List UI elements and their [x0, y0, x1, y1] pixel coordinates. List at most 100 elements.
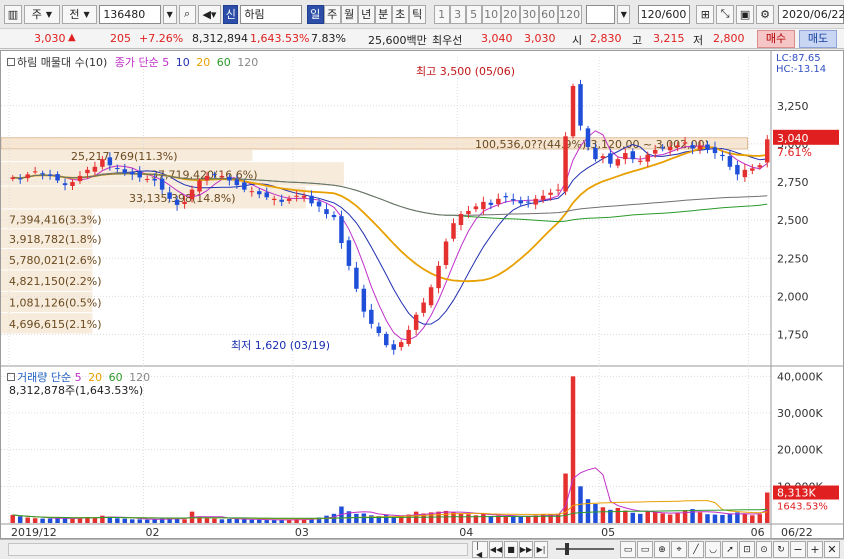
interval-tabs: 1 3 5 10 20 30 60 120	[433, 4, 582, 24]
interval-10[interactable]: 10	[481, 4, 501, 24]
volume-bar	[623, 510, 628, 523]
scroll-first-button[interactable]: |◀	[472, 541, 488, 559]
candle-body	[481, 201, 486, 210]
interval-30[interactable]: 30	[519, 4, 539, 24]
candle-body	[667, 146, 673, 151]
speaker-icon[interactable]: ◀▾	[197, 4, 222, 24]
chart-panel[interactable]: 3,2503,0002,7502,5002,2502,0001,75040,00…	[0, 50, 844, 539]
capture-icon[interactable]: ⊙	[756, 541, 772, 558]
open-label: 시	[572, 34, 583, 47]
cursor-icon[interactable]: ➚	[722, 541, 738, 558]
interval-3[interactable]: 3	[449, 4, 466, 24]
interval-60[interactable]: 60	[538, 4, 558, 24]
chevron-down-icon: ▼	[45, 9, 52, 19]
tab-yearly[interactable]: 년	[357, 4, 375, 24]
volume-bar	[234, 518, 240, 523]
volume-bar	[279, 520, 284, 523]
candle-body	[85, 169, 90, 174]
tab-minute[interactable]: 분	[374, 4, 392, 24]
candle-body	[25, 174, 30, 179]
volume-tick-label: 30,000K	[777, 407, 823, 420]
volume-bar	[675, 512, 680, 523]
candle-body	[720, 154, 725, 157]
stop-button[interactable]: ■	[504, 541, 518, 558]
draw-line-icon[interactable]: ╱	[688, 541, 704, 558]
time-tick-label: 02	[145, 526, 159, 538]
scroll-last-button[interactable]: ▶|	[534, 541, 548, 558]
close-button[interactable]: ✕	[824, 541, 840, 558]
tab-second[interactable]: 초	[391, 4, 409, 24]
candle-body	[533, 198, 538, 205]
buy-button[interactable]: 매수	[757, 30, 795, 48]
volume-bar	[152, 519, 157, 523]
candle-body	[428, 287, 434, 306]
code-input[interactable]: 136480	[99, 4, 161, 24]
volume-bar	[204, 518, 210, 523]
zoom-in-icon[interactable]: ⊕	[654, 541, 670, 558]
chart-type-icon[interactable]: ▥	[4, 4, 22, 24]
tab-daily[interactable]: 일	[306, 4, 324, 24]
candle-body	[70, 182, 75, 186]
crosshair-icon[interactable]: ⌖	[671, 541, 687, 558]
interval-20[interactable]: 20	[500, 4, 520, 24]
volume-profile-label: 4,696,615(2.1%)	[9, 318, 102, 331]
turnover-rate: 7.83%	[311, 32, 346, 45]
volume-bar	[115, 518, 120, 523]
interval-5[interactable]: 5	[465, 4, 482, 24]
interval-custom-input[interactable]	[585, 4, 616, 24]
refresh-icon[interactable]: ↻	[773, 541, 789, 558]
interval-1[interactable]: 1	[433, 4, 450, 24]
price-tick-label: 3,250	[777, 100, 809, 113]
candle-body	[309, 195, 314, 204]
date-field[interactable]: 2020/06/22	[778, 4, 844, 24]
candle-body	[264, 192, 269, 198]
count-field[interactable]: 120/600	[638, 4, 691, 24]
scroll-next-button[interactable]: ▶▶	[519, 541, 533, 558]
candle-body	[219, 175, 225, 178]
volume-profile-label: 3,918,782(1.8%)	[9, 233, 102, 246]
search-icon[interactable]: ⌕	[178, 4, 196, 24]
tab-monthly[interactable]: 월	[340, 4, 358, 24]
volume-bar	[271, 520, 277, 523]
save-icon[interactable]: ▣	[736, 4, 755, 24]
candle-body	[32, 171, 38, 173]
volume-ma5-line	[12, 467, 768, 521]
volume-bar	[369, 515, 374, 523]
zoom-in-button[interactable]: +	[807, 541, 823, 558]
candle-body	[115, 168, 120, 170]
volume-info: 8,312,878주(1,643.53%)	[9, 384, 144, 397]
market-select[interactable]: 주 ▼	[24, 4, 60, 24]
zoom-out-button[interactable]: −	[790, 541, 806, 558]
sell-button[interactable]: 매도	[799, 30, 837, 48]
mode-select[interactable]: 전 ▼	[61, 4, 98, 24]
slider-thumb[interactable]	[565, 543, 569, 555]
magnet-icon[interactable]: ◡	[705, 541, 721, 558]
interval-dropdown[interactable]: ▼	[617, 4, 631, 24]
stock-name-field[interactable]: 하림	[240, 4, 302, 24]
candle-body	[652, 150, 658, 154]
volume-value: 8,312,894	[192, 32, 248, 45]
candle-body	[40, 173, 45, 175]
chevron-down-icon: ▼	[83, 9, 90, 19]
change-percent: +7.26%	[139, 32, 184, 45]
scrollbar-track[interactable]	[8, 543, 468, 556]
tab-weekly[interactable]: 주	[323, 4, 341, 24]
zoom-fit-icon[interactable]: ▭	[637, 541, 653, 558]
candle-body	[742, 169, 748, 178]
settings-icon[interactable]: ⚙	[756, 4, 774, 24]
price-volume-chart[interactable]: 3,2503,0002,7502,5002,2502,0001,75040,00…	[1, 51, 843, 538]
scroll-prev-button[interactable]: ◀◀	[489, 541, 503, 558]
volume-bar	[17, 516, 23, 523]
volume-bar	[667, 514, 673, 523]
ruler-icon[interactable]: ⊡	[739, 541, 755, 558]
zoom-box-icon[interactable]: ▭	[620, 541, 636, 558]
code-dropdown-button[interactable]: ▼	[162, 4, 177, 24]
compare-icon[interactable]: ⤡	[716, 4, 735, 24]
grid-icon[interactable]: ⊞	[696, 4, 715, 24]
candle-body	[122, 169, 128, 173]
candle-body	[346, 240, 352, 266]
candle-body	[615, 159, 621, 166]
interval-120[interactable]: 120	[557, 4, 582, 24]
current-volume-pct-label: 1643.53%	[777, 502, 828, 513]
tab-tick[interactable]: 틱	[408, 4, 426, 24]
